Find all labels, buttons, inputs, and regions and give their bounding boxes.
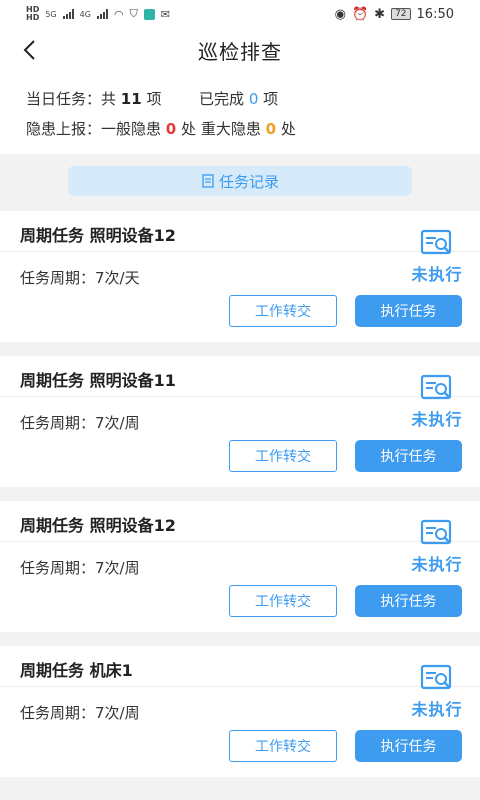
transfer-work-button[interactable]: 工作转交 [229, 440, 337, 472]
wifi-icon: ◠ [113, 7, 124, 21]
task-period: 任务周期：7次/周 [20, 559, 140, 577]
task-status: 未执行 [406, 664, 468, 720]
status-bar-right: ◉ ⏰ ✱ 72 16:50 [335, 7, 454, 22]
hd-tag-2: HD [26, 13, 40, 22]
transfer-work-button[interactable]: 工作转交 [229, 585, 337, 617]
major-hazard-unit: 处 [280, 120, 296, 138]
task-title: 周期任务 机床1 [20, 661, 133, 680]
battery-icon: 72 [391, 8, 411, 20]
status-label: 未执行 [411, 410, 463, 429]
net-4g-label: 4G [79, 9, 91, 19]
clock-time: 16:50 [416, 6, 454, 22]
task-period: 任务周期：7次/天 [20, 269, 140, 287]
hazard-label: 隐患上报：一般隐患 [26, 120, 162, 138]
daily-summary: 当日任务：共 11 项 已完成 0 项 隐患上报：一般隐患 0 处 重大隐患 0… [0, 74, 480, 154]
page-title: 巡检排查 [198, 40, 282, 64]
status-bar: HD HD 5G 4G ◠ ⛉ ✉ ◉ ⏰ ✱ 72 16:50 [0, 0, 480, 28]
inspection-icon [420, 664, 452, 690]
execute-task-button[interactable]: 执行任务 [355, 440, 462, 472]
major-hazard-count: 0 [265, 120, 277, 138]
task-period: 任务周期：7次/周 [20, 704, 140, 722]
net-5g-label: 5G [45, 9, 57, 19]
hd-tags: HD HD [26, 6, 39, 22]
app-header: 巡检排查 [0, 28, 480, 74]
shield-icon: ⛉ [129, 7, 138, 20]
execute-task-button[interactable]: 执行任务 [355, 730, 462, 762]
task-status: 未执行 [406, 229, 468, 285]
task-label: 当日任务：共 [26, 90, 117, 108]
task-total-count: 11 [120, 90, 142, 108]
task-record-label: 任务记录 [218, 172, 279, 191]
app-logo-icon [143, 8, 155, 20]
task-period: 任务周期：7次/周 [20, 414, 140, 432]
task-title: 周期任务 照明设备11 [20, 371, 176, 390]
signal-icon [62, 9, 74, 19]
task-status: 未执行 [406, 374, 468, 430]
status-bar-left: HD HD 5G 4G ◠ ⛉ ✉ [26, 6, 170, 22]
eye-icon: ◉ [334, 6, 346, 22]
transfer-work-button[interactable]: 工作转交 [229, 730, 337, 762]
general-hazard-count: 0 [165, 120, 177, 138]
status-label: 未执行 [411, 700, 463, 719]
task-title: 周期任务 照明设备12 [20, 226, 176, 245]
inspection-icon [420, 229, 452, 255]
task-summary-row: 当日任务：共 11 项 已完成 0 项 [26, 84, 454, 114]
task-card: 周期任务 照明设备12 任务周期：7次/天 未执行 工作转交 执行任务 [0, 211, 480, 342]
task-record-button[interactable]: 任务记录 [68, 166, 412, 196]
execute-task-button[interactable]: 执行任务 [355, 295, 462, 327]
task-card: 周期任务 机床1 任务周期：7次/周 未执行 工作转交 执行任务 [0, 646, 480, 777]
done-label: 已完成 [199, 90, 245, 108]
general-hazard-unit: 处 [181, 120, 197, 138]
inspection-icon [420, 374, 452, 400]
done-count: 0 [248, 90, 259, 108]
hazard-summary-row: 隐患上报：一般隐患 0 处 重大隐患 0 处 [26, 114, 454, 144]
task-title: 周期任务 照明设备12 [20, 516, 176, 535]
wechat-icon: ✉ [160, 7, 171, 21]
task-card: 周期任务 照明设备12 任务周期：7次/周 未执行 工作转交 执行任务 [0, 501, 480, 632]
bluetooth-icon: ✱ [374, 6, 386, 22]
document-icon [202, 174, 214, 188]
status-label: 未执行 [411, 555, 463, 574]
alarm-icon: ⏰ [351, 6, 369, 22]
task-card: 周期任务 照明设备11 任务周期：7次/周 未执行 工作转交 执行任务 [0, 356, 480, 487]
task-unit: 项 [146, 90, 162, 108]
execute-task-button[interactable]: 执行任务 [355, 585, 462, 617]
signal-icon-2 [96, 9, 108, 19]
task-status: 未执行 [406, 519, 468, 575]
inspection-icon [420, 519, 452, 545]
done-unit: 项 [263, 90, 279, 108]
transfer-work-button[interactable]: 工作转交 [229, 295, 337, 327]
major-hazard-label: 重大隐患 [200, 120, 261, 138]
status-label: 未执行 [411, 265, 463, 284]
